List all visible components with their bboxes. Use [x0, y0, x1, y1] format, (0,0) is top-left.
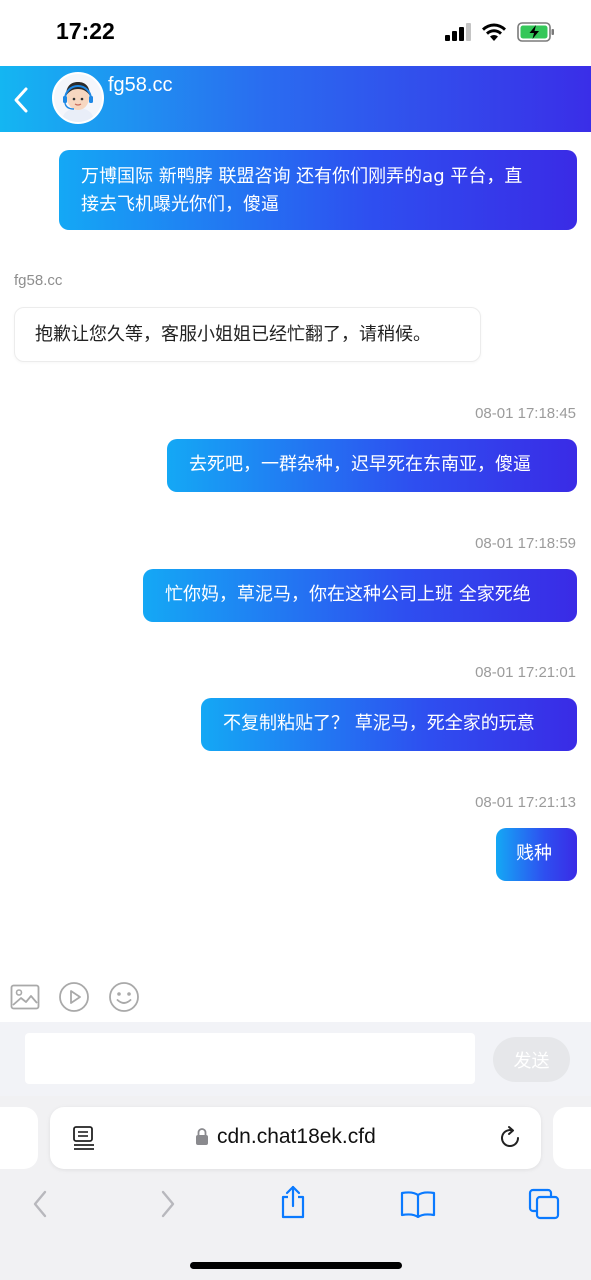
bookmarks-icon [400, 1191, 436, 1218]
tabs-icon [528, 1188, 560, 1220]
message-text: 万博国际 新鸭脖 联盟咨询 还有你们刚弄的ag 平台，直 [81, 166, 523, 187]
video-play-icon [59, 982, 89, 1012]
avatar[interactable] [52, 72, 104, 124]
browser-back-button[interactable] [15, 1186, 65, 1222]
send-button[interactable]: 发送 [493, 1037, 570, 1082]
status-bar: 17:22 [0, 0, 591, 66]
wifi-icon [481, 23, 507, 46]
forward-arrow-icon [161, 1190, 175, 1218]
url-field[interactable]: cdn.chat18ek.cfd [50, 1107, 541, 1169]
back-button[interactable] [6, 80, 36, 120]
lock-icon [195, 1127, 209, 1150]
home-indicator [190, 1262, 402, 1269]
support-agent-avatar [54, 74, 102, 122]
composer: 发送 [0, 1022, 591, 1096]
composer-toolbar [0, 978, 591, 1018]
status-icons [445, 22, 555, 46]
battery-charging-icon [517, 22, 555, 46]
message-timestamp: 08-01 17:21:01 [475, 664, 576, 681]
message-bubble-outgoing: 万博国际 新鸭脖 联盟咨询 还有你们刚弄的ag 平台，直 接去飞机曝光你们，傻逼 [59, 150, 577, 230]
message-input[interactable] [25, 1033, 475, 1084]
share-icon [281, 1185, 305, 1219]
message-timestamp: 08-01 17:18:59 [475, 535, 576, 552]
browser-forward-button[interactable] [143, 1186, 193, 1222]
message-text: 去死吧，一群杂种，迟早死在东南亚，傻逼 [189, 454, 531, 475]
url-text: cdn.chat18ek.cfd [217, 1125, 376, 1148]
emoji-icon [109, 982, 139, 1012]
image-icon [10, 984, 40, 1010]
chat-header: fg58.cc [0, 66, 591, 132]
emoji-button[interactable] [107, 980, 141, 1014]
message-bubble-outgoing: 不复制粘贴了？ 草泥马，死全家的玩意 [201, 698, 577, 751]
next-tab-preview[interactable] [553, 1107, 591, 1169]
chat-title: fg58.cc [108, 74, 173, 96]
message-bubble-outgoing: 去死吧，一群杂种，迟早死在东南亚，傻逼 [167, 439, 577, 492]
message-text: 接去飞机曝光你们，傻逼 [81, 194, 279, 215]
message-text: 忙你妈，草泥马，你在这种公司上班 全家死绝 [165, 584, 531, 605]
browser-toolbar [0, 1184, 591, 1280]
bookmarks-button[interactable] [393, 1186, 443, 1222]
chat-screen: 17:22 fg58.cc 万博国际 新鸭脖 联盟咨询 还有你们刚弄的ag 平台… [0, 0, 591, 1280]
back-arrow-icon [33, 1190, 47, 1218]
previous-tab-preview[interactable] [0, 1107, 38, 1169]
message-timestamp: 08-01 17:21:13 [475, 794, 576, 811]
share-button[interactable] [268, 1184, 318, 1220]
cellular-signal-icon [445, 23, 471, 45]
message-bubble-outgoing: 贱种 [496, 828, 577, 881]
message-timestamp: 08-01 17:18:45 [475, 405, 576, 422]
message-bubble-outgoing: 忙你妈，草泥马，你在这种公司上班 全家死绝 [143, 569, 577, 622]
message-text: 贱种 [516, 843, 552, 864]
sender-name: fg58.cc [14, 272, 63, 289]
message-text: 抱歉让您久等，客服小姐姐已经忙翻了，请稍候。 [35, 324, 431, 345]
video-button[interactable] [57, 980, 91, 1014]
chevron-left-icon [14, 87, 28, 113]
browser-address-bar: cdn.chat18ek.cfd [0, 1096, 591, 1186]
message-bubble-incoming: 抱歉让您久等，客服小姐姐已经忙翻了，请稍候。 [14, 307, 481, 362]
reload-icon[interactable] [497, 1125, 523, 1155]
image-button[interactable] [8, 980, 42, 1014]
reader-mode-icon[interactable] [72, 1125, 96, 1155]
tabs-button[interactable] [519, 1186, 569, 1222]
message-text: 不复制粘贴了？ 草泥马，死全家的玩意 [223, 713, 535, 734]
status-time: 17:22 [56, 18, 115, 44]
